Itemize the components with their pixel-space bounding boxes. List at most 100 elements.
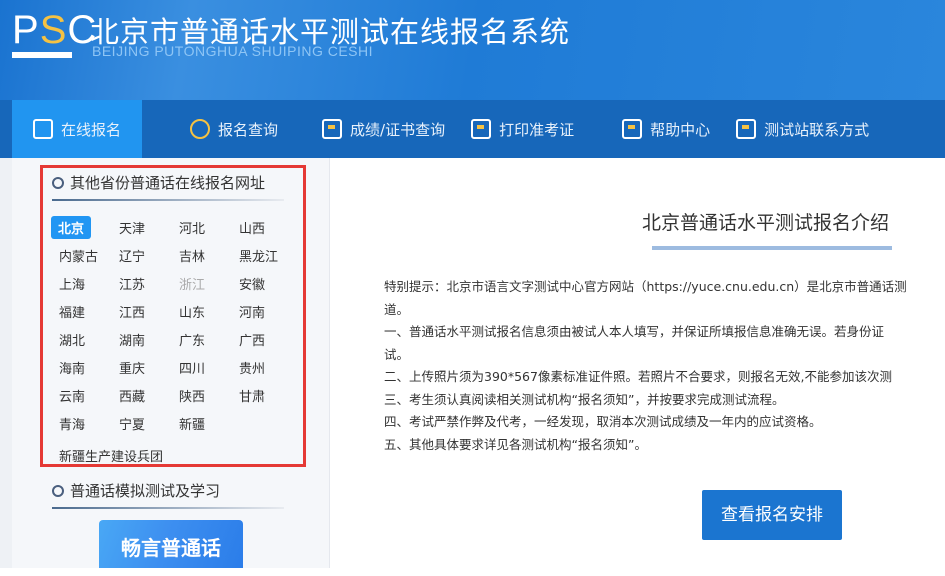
province-label: 宁夏	[119, 417, 146, 433]
province-link[interactable]: 福建	[51, 297, 111, 325]
psc-logo[interactable]: PSC	[12, 10, 97, 50]
province-label: 黑龙江	[239, 249, 279, 265]
province-label: 广东	[179, 333, 206, 349]
nav-label: 在线报名	[60, 120, 121, 139]
province-link[interactable]: 甘肃	[231, 381, 291, 409]
province-link[interactable]: 河北	[171, 213, 231, 241]
province-link[interactable]: 上海	[51, 269, 111, 297]
province-link[interactable]: 广西	[231, 325, 291, 353]
notice-line: 二、上传照片须为390*567像素标准证件照。若照片不合要求，则报名无效,不能参…	[384, 369, 892, 384]
province-link[interactable]: 天津	[111, 213, 171, 241]
section-title: 其他省份普通话在线报名网址	[70, 174, 266, 192]
notice-line: 道。	[384, 301, 410, 317]
province-label: 青海	[59, 417, 86, 433]
province-link[interactable]: 四川	[171, 353, 231, 381]
province-label: 四川	[179, 361, 206, 377]
province-label: 内蒙古	[59, 249, 99, 265]
edit-icon	[32, 119, 53, 139]
province-link[interactable]: 贵州	[231, 353, 291, 381]
province-link[interactable]: 辽宁	[111, 241, 171, 269]
province-label: 吉林	[179, 249, 206, 265]
main-nav: 在线报名 报名查询 成绩/证书查询 打印准考证 帮助中心 测试站联系方式	[0, 100, 945, 158]
province-label: 江西	[119, 305, 146, 321]
province-link[interactable]: 海南	[51, 353, 111, 381]
province-link[interactable]: 陕西	[171, 381, 231, 409]
province-label: 辽宁	[119, 249, 146, 265]
province-label: 湖南	[119, 333, 146, 349]
province-link[interactable]: 江苏	[111, 269, 171, 297]
nav-online-register[interactable]: 在线报名	[12, 100, 142, 158]
province-link[interactable]: 新疆	[171, 409, 231, 437]
province-link[interactable]: 北京	[51, 213, 111, 241]
province-link[interactable]: 安徽	[231, 269, 291, 297]
view-schedule-button[interactable]: 查看报名安排	[702, 490, 842, 540]
sidebar-edge	[0, 158, 12, 568]
nav-help[interactable]: 帮助中心	[596, 100, 732, 158]
province-label: 江苏	[119, 277, 146, 293]
province-link[interactable]: 重庆	[111, 353, 171, 381]
notice-line: 特别提示：北京市语言文字测试中心官方网站（https://yuce.cnu.ed…	[384, 279, 907, 294]
province-link[interactable]: 黑龙江	[231, 241, 291, 269]
province-label: 陕西	[179, 389, 206, 405]
province-link[interactable]: 山东	[171, 297, 231, 325]
section-practice: 普通话模拟测试及学习	[52, 480, 220, 501]
province-label: 新疆	[179, 417, 206, 433]
notice-line: 五、其他具体要求详见各测试机构“报名须知”。	[384, 436, 647, 452]
printer-icon	[471, 119, 492, 139]
notice-line: 试。	[384, 346, 410, 362]
section-title: 普通话模拟测试及学习	[70, 482, 221, 500]
search-icon	[190, 119, 210, 139]
province-label: 广西	[239, 333, 266, 349]
province-label: 云南	[59, 389, 86, 405]
nav-print-ticket[interactable]: 打印准考证	[467, 100, 596, 158]
province-label: 福建	[59, 305, 86, 321]
nav-register-query[interactable]: 报名查询	[168, 100, 300, 158]
document-search-icon	[322, 119, 343, 139]
site-header: PSC 北京市普通话水平测试在线报名系统 BEIJING PUTONGHUA S…	[0, 0, 945, 100]
province-link[interactable]: 湖北	[51, 325, 111, 353]
intro-underline	[652, 246, 892, 250]
province-link[interactable]: 吉林	[171, 241, 231, 269]
province-label: 天津	[119, 221, 146, 237]
province-label: 山东	[179, 305, 206, 321]
nav-label: 成绩/证书查询	[350, 120, 446, 139]
province-link[interactable]: 青海	[51, 409, 111, 437]
intro-title: 北京普通话水平测试报名介绍	[642, 212, 890, 234]
province-label: 浙江	[179, 277, 206, 293]
province-link[interactable]: 浙江	[171, 269, 231, 297]
notice-line: 三、考生须认真阅读相关测试机构“报名须知”，并按要求完成测试流程。	[384, 391, 785, 407]
nav-label: 报名查询	[218, 120, 279, 139]
province-label: 甘肃	[239, 389, 266, 405]
province-link[interactable]: 宁夏	[111, 409, 171, 437]
province-label: 上海	[59, 277, 86, 293]
province-link[interactable]: 西藏	[111, 381, 171, 409]
nav-label: 打印准考证	[499, 120, 575, 139]
province-link[interactable]: 广东	[171, 325, 231, 353]
nav-label: 帮助中心	[650, 120, 711, 139]
notice-text: 特别提示：北京市语言文字测试中心官方网站（https://yuce.cnu.ed…	[384, 276, 945, 456]
section-other-provinces: 其他省份普通话在线报名网址	[52, 172, 265, 193]
province-label: 河南	[239, 305, 266, 321]
province-link[interactable]: 湖南	[111, 325, 171, 353]
province-label: 重庆	[119, 361, 146, 377]
site-subtitle: BEIJING PUTONGHUA SHUIPING CESHI	[92, 43, 374, 59]
logo-underline	[12, 52, 72, 58]
province-grid: 北京 天津 河北 山西内蒙古 辽宁 吉林 黑龙江上海 江苏 浙江 安徽福建 江西 山东 河南湖北 湖南 广东…	[51, 213, 291, 437]
province-link-bingtuan[interactable]: 新疆生产建设兵团	[59, 446, 163, 465]
province-label: 贵州	[239, 361, 266, 377]
province-label: 安徽	[239, 277, 266, 293]
nav-contact[interactable]: 测试站联系方式	[732, 100, 891, 158]
province-link[interactable]: 山西	[231, 213, 291, 241]
province-label: 北京	[51, 215, 92, 239]
province-link[interactable]: 云南	[51, 381, 111, 409]
province-link[interactable]: 江西	[111, 297, 171, 325]
province-link[interactable]: 河南	[231, 297, 291, 325]
nav-score-query[interactable]: 成绩/证书查询	[300, 100, 467, 158]
province-label: 西藏	[119, 389, 146, 405]
province-link[interactable]: 内蒙古	[51, 241, 111, 269]
circle-icon	[52, 484, 64, 497]
province-label: 山西	[239, 221, 266, 237]
section-divider	[52, 507, 284, 509]
changyan-promo-button[interactable]: 畅言普通话	[99, 520, 243, 568]
circle-icon	[52, 176, 64, 189]
